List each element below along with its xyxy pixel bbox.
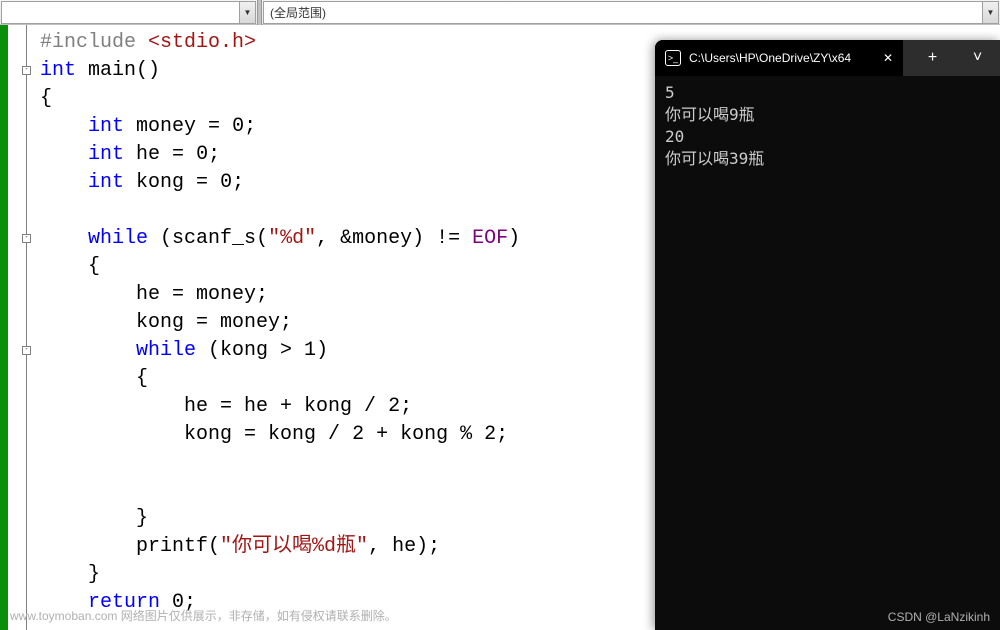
terminal-window: >_ C:\Users\HP\OneDrive\ZY\x64 ✕ + ˅ 5你可… <box>655 40 1000 630</box>
code-line[interactable]: int he = 0; <box>40 141 655 169</box>
code-line[interactable]: kong = money; <box>40 309 655 337</box>
code-line[interactable] <box>40 197 655 225</box>
terminal-line: 20 <box>665 126 990 148</box>
terminal-tab-title: C:\Users\HP\OneDrive\ZY\x64 <box>689 51 851 65</box>
terminal-titlebar: >_ C:\Users\HP\OneDrive\ZY\x64 ✕ + ˅ <box>655 40 1000 76</box>
code-line[interactable]: printf("你可以喝%d瓶", he); <box>40 533 655 561</box>
code-line[interactable]: while (scanf_s("%d", &money) != EOF) <box>40 225 655 253</box>
terminal-line: 你可以喝39瓶 <box>665 148 990 170</box>
watermark-right: CSDN @LaNzikinh <box>888 610 990 624</box>
chevron-down-icon: ▼ <box>239 2 255 23</box>
fold-column: - - - <box>22 25 32 630</box>
code-line[interactable] <box>40 477 655 505</box>
new-tab-button[interactable]: + <box>910 40 955 76</box>
scope-text: (全局范围) <box>270 4 326 21</box>
terminal-icon: >_ <box>665 50 681 66</box>
code-block[interactable]: #include <stdio.h>int main(){ int money … <box>32 25 655 630</box>
code-line[interactable]: int money = 0; <box>40 113 655 141</box>
pane-divider[interactable] <box>257 0 262 25</box>
code-line[interactable]: { <box>40 253 655 281</box>
code-line[interactable]: kong = kong / 2 + kong % 2; <box>40 421 655 449</box>
code-line[interactable]: } <box>40 505 655 533</box>
terminal-line: 你可以喝9瓶 <box>665 104 990 126</box>
code-line[interactable]: { <box>40 365 655 393</box>
code-line[interactable]: he = he + kong / 2; <box>40 393 655 421</box>
code-line[interactable]: int kong = 0; <box>40 169 655 197</box>
code-line[interactable] <box>40 449 655 477</box>
close-icon[interactable]: ✕ <box>883 51 893 65</box>
change-indicator-bar <box>0 25 8 630</box>
fold-toggle[interactable]: - <box>22 66 31 75</box>
terminal-tab[interactable]: >_ C:\Users\HP\OneDrive\ZY\x64 ✕ <box>655 40 903 76</box>
chevron-down-icon: ▼ <box>982 2 998 23</box>
header-bar: ▼ (全局范围) ▼ <box>0 0 1000 25</box>
code-line[interactable]: } <box>40 561 655 589</box>
code-line[interactable]: int main() <box>40 57 655 85</box>
scope-combo-right[interactable]: (全局范围) ▼ <box>263 1 999 24</box>
gutter <box>8 25 22 630</box>
terminal-controls: + ˅ <box>910 40 1000 76</box>
fold-toggle[interactable]: - <box>22 346 31 355</box>
scope-combo-left[interactable]: ▼ <box>1 1 256 24</box>
code-line[interactable]: while (kong > 1) <box>40 337 655 365</box>
tab-dropdown-button[interactable]: ˅ <box>955 40 1000 76</box>
terminal-output[interactable]: 5你可以喝9瓶20你可以喝39瓶 <box>655 76 1000 176</box>
fold-guide-line <box>26 25 27 630</box>
code-line[interactable]: he = money; <box>40 281 655 309</box>
watermark-left: www.toymoban.com 网络图片仅供展示，非存储，如有侵权请联系删除。 <box>10 607 397 624</box>
fold-toggle[interactable]: - <box>22 234 31 243</box>
code-editor[interactable]: --- #include <stdio.h>int main(){ int mo… <box>0 25 655 630</box>
code-line[interactable]: #include <stdio.h> <box>40 29 655 57</box>
terminal-line: 5 <box>665 82 990 104</box>
code-line[interactable]: { <box>40 85 655 113</box>
